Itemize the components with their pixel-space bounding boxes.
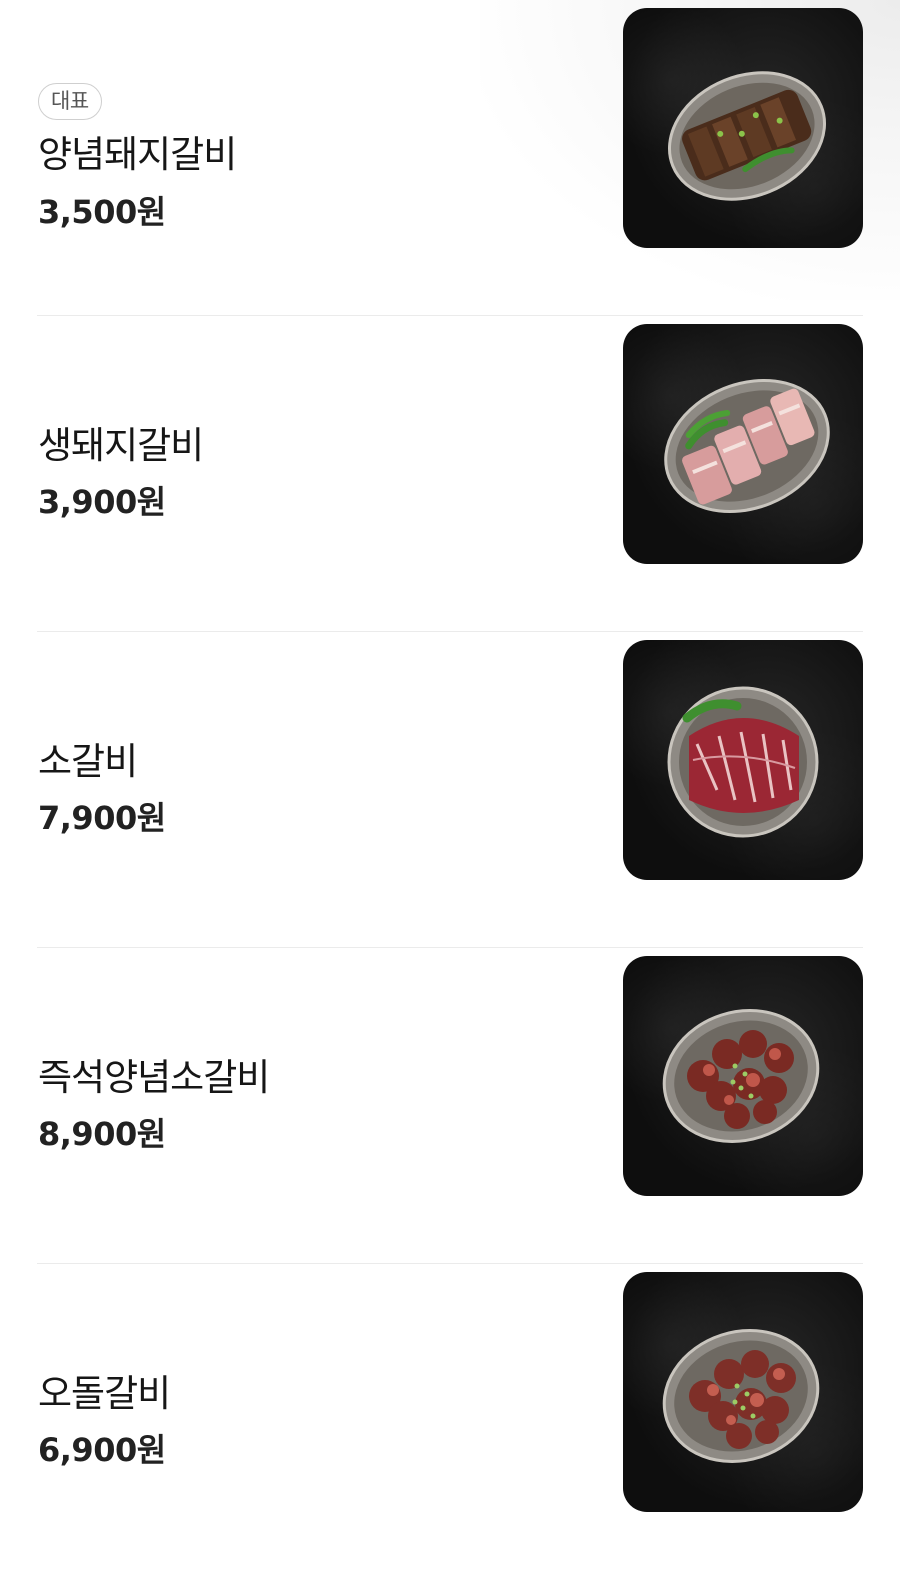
signature-badge: 대표 [38, 83, 102, 121]
menu-item-name: 오돌갈비 [38, 1371, 171, 1415]
instant-marinated-beef-ribs-image [662, 1009, 820, 1143]
fresh-pork-ribs-image [664, 378, 830, 514]
menu-item-price: 7,900원 [38, 799, 166, 838]
marinated-pork-ribs-image [667, 71, 827, 201]
menu-item-photo[interactable] [623, 8, 863, 248]
beef-ribs-image [667, 686, 819, 838]
menu-item-price: 3,900원 [38, 483, 166, 522]
menu-item-price: 8,900원 [38, 1115, 166, 1154]
menu-item-name: 소갈비 [38, 739, 138, 783]
menu-item-text: 대표 양념돼지갈비 3,500원 [38, 0, 578, 316]
menu-item-name: 양념돼지갈비 [38, 133, 237, 177]
menu-item-text: 즉석양념소갈비 8,900원 [38, 948, 578, 1264]
menu-item-photo[interactable] [623, 956, 863, 1196]
odol-ribs-image [662, 1329, 820, 1463]
menu-item-price: 6,900원 [38, 1431, 166, 1470]
menu-item-price: 3,500원 [38, 192, 166, 231]
menu-item-text: 오돌갈비 6,900원 [38, 1264, 578, 1580]
menu-item-fresh-pork-ribs[interactable]: 생돼지갈비 3,900원 [0, 316, 900, 632]
menu-item-instant-marinated-beef-ribs[interactable]: 즉석양념소갈비 8,900원 [0, 948, 900, 1264]
menu-item-photo[interactable] [623, 640, 863, 880]
menu-item-name: 생돼지갈비 [38, 423, 204, 467]
menu-item-text: 생돼지갈비 3,900원 [38, 316, 578, 632]
menu-item-photo[interactable] [623, 1272, 863, 1512]
menu-item-text: 소갈비 7,900원 [38, 632, 578, 948]
menu-item-photo[interactable] [623, 324, 863, 564]
menu-item-marinated-pork-ribs[interactable]: 대표 양념돼지갈비 3,500원 [0, 0, 900, 316]
menu-item-name: 즉석양념소갈비 [38, 1055, 270, 1099]
menu-item-beef-ribs[interactable]: 소갈비 7,900원 [0, 632, 900, 948]
menu-item-odol-ribs[interactable]: 오돌갈비 6,900원 [0, 1264, 900, 1580]
